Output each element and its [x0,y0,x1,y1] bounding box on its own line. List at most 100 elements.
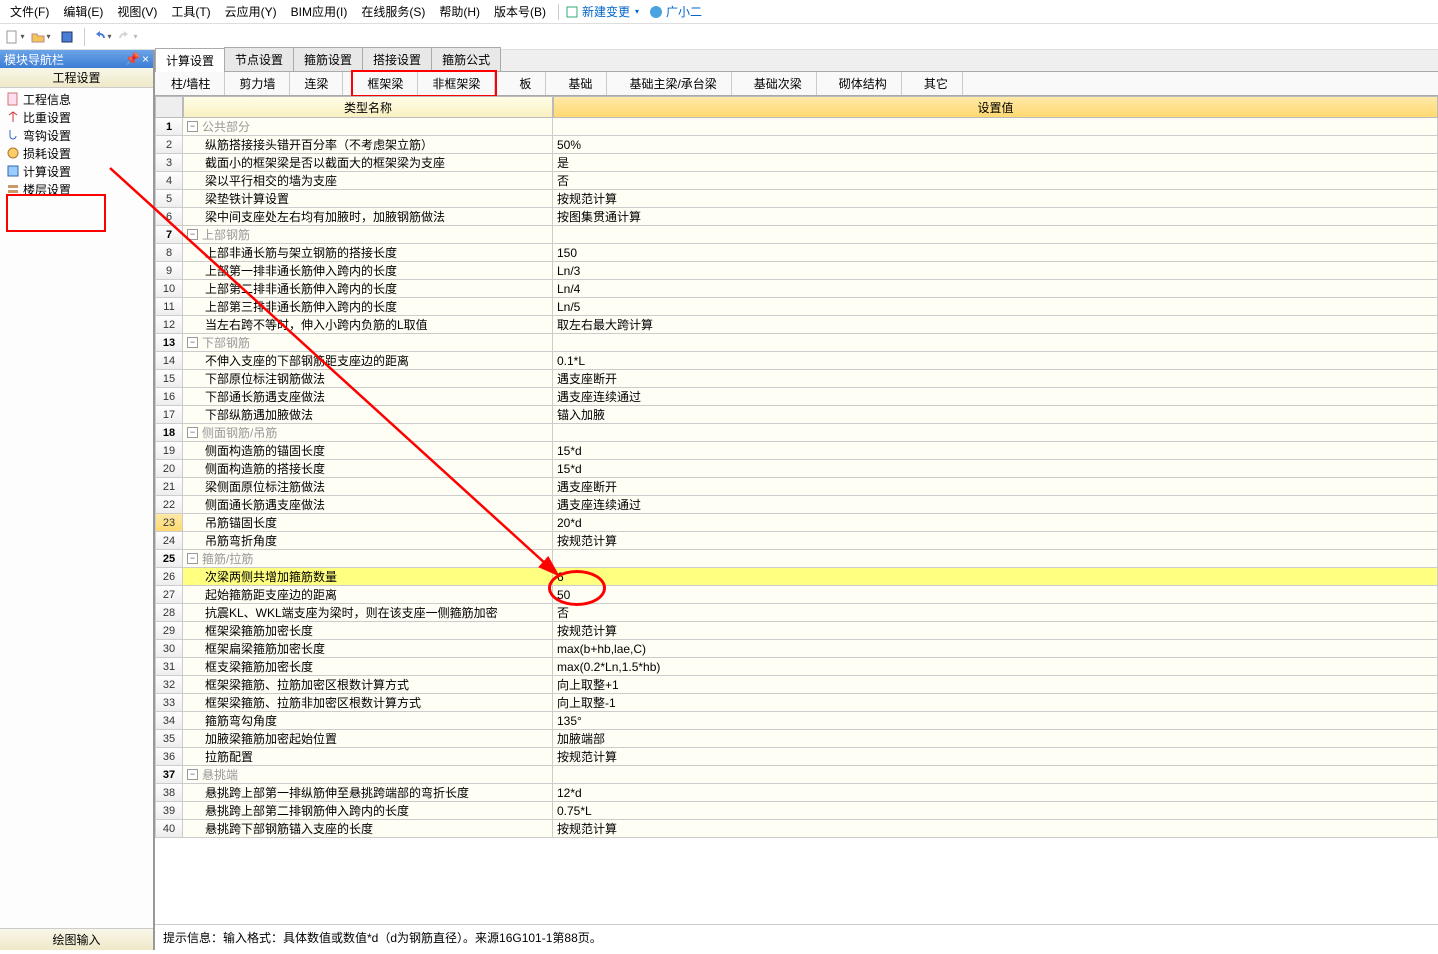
table-row[interactable]: 30框架扁梁箍筋加密长度max(b+hb,lae,C) [155,640,1438,658]
row-value[interactable] [553,334,1438,352]
table-row[interactable]: 13−下部钢筋 [155,334,1438,352]
table-row[interactable]: 33框架梁箍筋、拉筋非加密区根数计算方式向上取整-1 [155,694,1438,712]
menu-online[interactable]: 在线服务(S) [355,1,431,22]
sidebar-item-calc[interactable]: 计算设置 [0,162,153,180]
new-button[interactable] [4,26,26,48]
table-row[interactable]: 27起始箍筋距支座边的距离50 [155,586,1438,604]
collapse-icon[interactable]: − [187,553,198,564]
row-value[interactable]: 6 [553,568,1438,586]
pin-icon[interactable]: 📌 [125,52,140,66]
row-value[interactable]: 遇支座断开 [553,370,1438,388]
tab-lap[interactable]: 搭接设置 [362,47,432,71]
row-value[interactable]: 50 [553,586,1438,604]
row-value[interactable]: 0.75*L [553,802,1438,820]
row-value[interactable]: 向上取整+1 [553,676,1438,694]
table-row[interactable]: 15下部原位标注钢筋做法遇支座断开 [155,370,1438,388]
sidebar-footer[interactable]: 绘图输入 [0,928,153,950]
sidebar-section[interactable]: 工程设置 [0,68,153,88]
tab-formula[interactable]: 箍筋公式 [431,47,501,71]
row-value[interactable]: 按规范计算 [553,190,1438,208]
sidebar-item-project-info[interactable]: 工程信息 [0,90,153,108]
table-row[interactable]: 10上部第二排非通长筋伸入跨内的长度Ln/4 [155,280,1438,298]
row-value[interactable]: 按规范计算 [553,820,1438,838]
row-value[interactable] [553,226,1438,244]
subtab-linkbeam[interactable]: 连梁 [290,72,343,95]
table-row[interactable]: 22侧面通长筋遇支座做法遇支座连续通过 [155,496,1438,514]
close-icon[interactable]: × [142,52,149,66]
open-button[interactable] [30,26,52,48]
collapse-icon[interactable]: − [187,121,198,132]
table-row[interactable]: 3截面小的框架梁是否以截面大的框架梁为支座是 [155,154,1438,172]
table-row[interactable]: 26次梁两侧共增加箍筋数量6 [155,568,1438,586]
row-value[interactable]: max(b+hb,lae,C) [553,640,1438,658]
col-val[interactable]: 设置值 [553,96,1438,118]
collapse-icon[interactable]: − [187,769,198,780]
table-row[interactable]: 11上部第三排非通长筋伸入跨内的长度Ln/5 [155,298,1438,316]
table-row[interactable]: 19侧面构造筋的锚固长度15*d [155,442,1438,460]
row-value[interactable]: 遇支座连续通过 [553,388,1438,406]
table-row[interactable]: 29框架梁箍筋加密长度按规范计算 [155,622,1438,640]
sidebar-item-weight[interactable]: 比重设置 [0,108,153,126]
row-value[interactable]: 12*d [553,784,1438,802]
table-row[interactable]: 4梁以平行相交的墙为支座否 [155,172,1438,190]
menu-help[interactable]: 帮助(H) [433,1,486,22]
subtab-nonframebeam[interactable]: 非框架梁 [418,72,495,95]
new-change-link[interactable]: 新建变更▾ [565,3,639,20]
table-row[interactable]: 18−侧面钢筋/吊筋 [155,424,1438,442]
subtab-column[interactable]: 柱/墙柱 [157,72,225,95]
table-row[interactable]: 21梁侧面原位标注筋做法遇支座断开 [155,478,1438,496]
table-row[interactable]: 17下部纵筋遇加腋做法锚入加腋 [155,406,1438,424]
table-row[interactable]: 39悬挑跨上部第二排钢筋伸入跨内的长度0.75*L [155,802,1438,820]
subtab-slab[interactable]: 板 [505,72,546,95]
table-row[interactable]: 14不伸入支座的下部钢筋距支座边的距离0.1*L [155,352,1438,370]
row-value[interactable] [553,118,1438,136]
table-row[interactable]: 34箍筋弯勾角度135° [155,712,1438,730]
subtab-framebeam[interactable]: 框架梁 [353,72,418,95]
table-row[interactable]: 40悬挑跨下部钢筋锚入支座的长度按规范计算 [155,820,1438,838]
table-row[interactable]: 32框架梁箍筋、拉筋加密区根数计算方式向上取整+1 [155,676,1438,694]
menu-version[interactable]: 版本号(B) [488,1,552,22]
table-row[interactable]: 35加腋梁箍筋加密起始位置加腋端部 [155,730,1438,748]
menu-file[interactable]: 文件(F) [4,1,55,22]
row-value[interactable]: 否 [553,172,1438,190]
collapse-icon[interactable]: − [187,229,198,240]
sidebar-item-floor[interactable]: 楼层设置 [0,180,153,198]
row-value[interactable]: Ln/5 [553,298,1438,316]
table-row[interactable]: 16下部通长筋遇支座做法遇支座连续通过 [155,388,1438,406]
col-name[interactable]: 类型名称 [183,96,553,118]
table-row[interactable]: 37−悬挑端 [155,766,1438,784]
row-value[interactable]: 150 [553,244,1438,262]
table-row[interactable]: 2纵筋搭接接头错开百分率（不考虑架立筋）50% [155,136,1438,154]
table-row[interactable]: 25−箍筋/拉筋 [155,550,1438,568]
subtab-other[interactable]: 其它 [910,72,963,95]
menu-bim[interactable]: BIM应用(I) [285,1,354,22]
table-row[interactable]: 38悬挑跨上部第一排纵筋伸至悬挑跨端部的弯折长度12*d [155,784,1438,802]
row-value[interactable]: 是 [553,154,1438,172]
helper-link[interactable]: 广小二 [649,3,702,20]
row-value[interactable]: 50% [553,136,1438,154]
subtab-foundation[interactable]: 基础 [554,72,607,95]
row-value[interactable] [553,550,1438,568]
row-value[interactable]: 取左右最大跨计算 [553,316,1438,334]
row-value[interactable]: 按规范计算 [553,532,1438,550]
table-row[interactable]: 7−上部钢筋 [155,226,1438,244]
table-row[interactable]: 23吊筋锚固长度20*d [155,514,1438,532]
row-value[interactable]: max(0.2*Ln,1.5*hb) [553,658,1438,676]
row-value[interactable]: 加腋端部 [553,730,1438,748]
row-value[interactable]: 遇支座连续通过 [553,496,1438,514]
menu-view[interactable]: 视图(V) [111,1,163,22]
collapse-icon[interactable]: − [187,337,198,348]
table-row[interactable]: 36拉筋配置按规范计算 [155,748,1438,766]
menu-cloud[interactable]: 云应用(Y) [219,1,283,22]
table-row[interactable]: 12当左右跨不等时，伸入小跨内负筋的L取值取左右最大跨计算 [155,316,1438,334]
row-value[interactable]: 135° [553,712,1438,730]
table-row[interactable]: 8上部非通长筋与架立钢筋的搭接长度150 [155,244,1438,262]
table-row[interactable]: 28抗震KL、WKL端支座为梁时，则在该支座一侧箍筋加密否 [155,604,1438,622]
row-value[interactable]: 否 [553,604,1438,622]
row-value[interactable]: 20*d [553,514,1438,532]
tab-stirrup[interactable]: 箍筋设置 [293,47,363,71]
row-value[interactable]: 按图集贯通计算 [553,208,1438,226]
subtab-foundsecbeam[interactable]: 基础次梁 [740,72,817,95]
row-value[interactable] [553,766,1438,784]
row-value[interactable]: 锚入加腋 [553,406,1438,424]
